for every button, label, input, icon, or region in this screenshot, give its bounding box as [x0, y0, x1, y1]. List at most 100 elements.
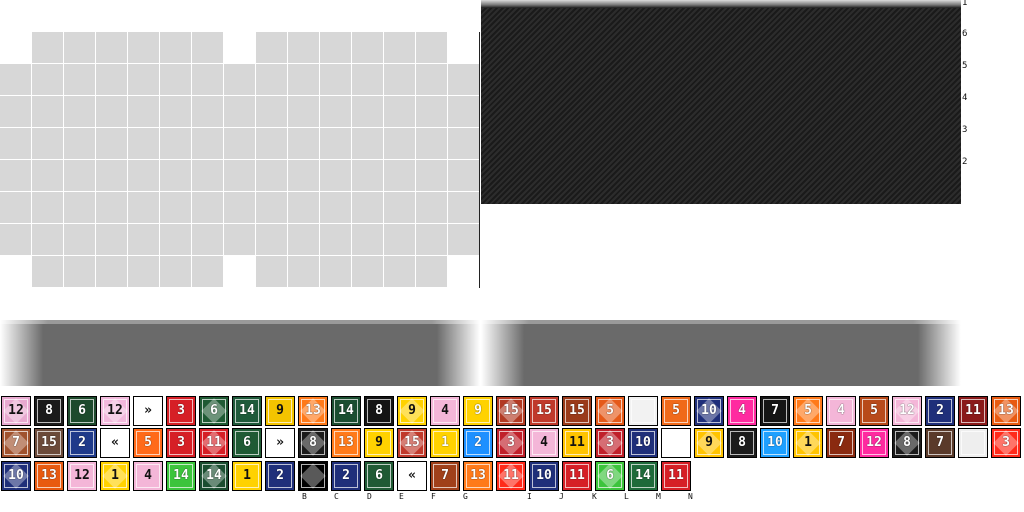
- game-tile[interactable]: 11: [958, 396, 988, 426]
- grid-cell[interactable]: [288, 32, 319, 63]
- grid-cell[interactable]: [0, 192, 31, 223]
- game-tile[interactable]: 9: [265, 396, 295, 426]
- grid-cell[interactable]: [128, 192, 159, 223]
- grid-cell[interactable]: [96, 160, 127, 191]
- grid-cell[interactable]: [64, 64, 95, 95]
- grid-cell[interactable]: [320, 64, 351, 95]
- grid-cell[interactable]: [64, 128, 95, 159]
- grid-cell[interactable]: [192, 224, 223, 255]
- game-tile[interactable]: 7: [925, 428, 955, 458]
- grid-cell[interactable]: [32, 128, 63, 159]
- game-tile[interactable]: 12: [67, 461, 97, 491]
- grid-cell[interactable]: [384, 224, 415, 255]
- grid-cell[interactable]: [160, 64, 191, 95]
- grid-cell[interactable]: [352, 224, 383, 255]
- grid-cell[interactable]: [256, 128, 287, 159]
- game-tile[interactable]: [628, 396, 658, 426]
- grid-cell[interactable]: [160, 128, 191, 159]
- grid-cell[interactable]: [96, 96, 127, 127]
- grid-cell[interactable]: [160, 32, 191, 63]
- game-tile[interactable]: 13: [331, 428, 361, 458]
- game-tile[interactable]: 4: [529, 428, 559, 458]
- grid-cell[interactable]: [160, 192, 191, 223]
- game-tile[interactable]: 11: [496, 461, 526, 491]
- grid-cell[interactable]: [64, 256, 95, 287]
- game-tile[interactable]: 7: [430, 461, 460, 491]
- grid-cell[interactable]: [384, 160, 415, 191]
- game-tile[interactable]: 9: [463, 396, 493, 426]
- game-tile[interactable]: 13: [991, 396, 1021, 426]
- grid-cell[interactable]: [224, 192, 255, 223]
- game-tile[interactable]: 6: [67, 396, 97, 426]
- game-tile[interactable]: 10: [628, 428, 658, 458]
- game-tile[interactable]: 4: [430, 396, 460, 426]
- game-tile[interactable]: 11: [562, 461, 592, 491]
- grid-cell[interactable]: [288, 224, 319, 255]
- game-tile[interactable]: 15: [496, 396, 526, 426]
- game-tile[interactable]: 12: [100, 396, 130, 426]
- game-tile[interactable]: 1: [232, 461, 262, 491]
- game-tile[interactable]: «: [100, 428, 130, 458]
- grid-cell[interactable]: [224, 224, 255, 255]
- game-tile[interactable]: »: [133, 396, 163, 426]
- grid-cell[interactable]: [320, 256, 351, 287]
- grid-cell[interactable]: [160, 160, 191, 191]
- tile-tray-left[interactable]: [0, 320, 480, 386]
- game-tile[interactable]: 9: [364, 428, 394, 458]
- game-tile[interactable]: 8: [34, 396, 64, 426]
- game-tile[interactable]: 5: [595, 396, 625, 426]
- game-tile[interactable]: 7: [1, 428, 31, 458]
- game-tile[interactable]: 3: [166, 396, 196, 426]
- grid-cell[interactable]: [352, 64, 383, 95]
- grid-cell[interactable]: [192, 160, 223, 191]
- game-tile[interactable]: 6: [199, 396, 229, 426]
- grid-cell[interactable]: [96, 64, 127, 95]
- game-tile[interactable]: 5: [859, 396, 889, 426]
- game-tile[interactable]: 1: [430, 428, 460, 458]
- grid-cell[interactable]: [160, 224, 191, 255]
- game-tile[interactable]: 2: [67, 428, 97, 458]
- game-tile[interactable]: 10: [760, 428, 790, 458]
- grid-cell[interactable]: [128, 224, 159, 255]
- game-tile[interactable]: 15: [397, 428, 427, 458]
- game-board[interactable]: [481, 0, 961, 204]
- grid-cell[interactable]: [32, 224, 63, 255]
- grid-cell[interactable]: [320, 32, 351, 63]
- game-tile[interactable]: 14: [166, 461, 196, 491]
- game-tile[interactable]: 8: [727, 428, 757, 458]
- game-tile[interactable]: 14: [199, 461, 229, 491]
- game-tile[interactable]: 7: [760, 396, 790, 426]
- grid-cell[interactable]: [192, 256, 223, 287]
- grid-cell[interactable]: [224, 128, 255, 159]
- grid-cell[interactable]: [288, 192, 319, 223]
- grid-cell[interactable]: [224, 160, 255, 191]
- grid-cell[interactable]: [224, 96, 255, 127]
- grid-cell[interactable]: [256, 64, 287, 95]
- grid-cell[interactable]: [32, 256, 63, 287]
- grid-cell[interactable]: [64, 96, 95, 127]
- grid-cell[interactable]: [128, 256, 159, 287]
- grid-cell[interactable]: [256, 96, 287, 127]
- grid-cell[interactable]: [416, 256, 447, 287]
- grid-cell[interactable]: [384, 64, 415, 95]
- grid-cell[interactable]: [96, 256, 127, 287]
- grid-cell[interactable]: [160, 96, 191, 127]
- game-tile[interactable]: 15: [562, 396, 592, 426]
- game-tile[interactable]: 11: [199, 428, 229, 458]
- grid-cell[interactable]: [64, 192, 95, 223]
- game-tile[interactable]: 6: [364, 461, 394, 491]
- game-tile[interactable]: [298, 461, 328, 491]
- game-tile[interactable]: 11: [562, 428, 592, 458]
- grid-cell[interactable]: [416, 128, 447, 159]
- grid-cell[interactable]: [288, 256, 319, 287]
- grid-cell[interactable]: [384, 96, 415, 127]
- game-tile[interactable]: 11: [661, 461, 691, 491]
- game-tile[interactable]: 2: [463, 428, 493, 458]
- grid-cell[interactable]: [64, 224, 95, 255]
- game-tile[interactable]: 4: [133, 461, 163, 491]
- game-tile[interactable]: 2: [925, 396, 955, 426]
- game-tile[interactable]: 14: [232, 396, 262, 426]
- grid-cell[interactable]: [192, 128, 223, 159]
- grid-cell[interactable]: [448, 192, 479, 223]
- grid-cell[interactable]: [96, 192, 127, 223]
